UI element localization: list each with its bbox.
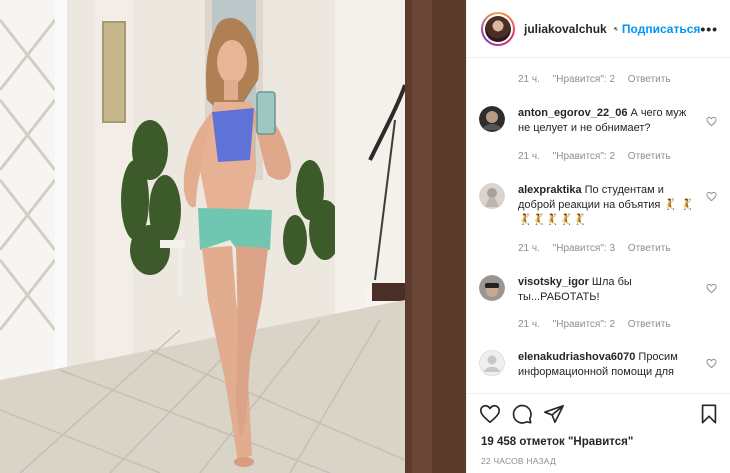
commenter-username[interactable]: anton_egorov_22_06: [518, 107, 627, 119]
reply-button[interactable]: Ответить: [628, 243, 671, 254]
comment-likes-count[interactable]: "Нравится": 2: [553, 151, 615, 162]
post-header: juliakovalchuk • Подписаться •••: [467, 0, 730, 58]
author-username[interactable]: juliakovalchuk: [524, 22, 607, 36]
share-send-icon[interactable]: [543, 403, 565, 425]
comment-time: 21 ч.: [518, 243, 540, 254]
comment-meta: 21 ч. "Нравится": 2 Ответить: [518, 74, 681, 85]
commenter-username[interactable]: elenakudriashova6070: [518, 351, 635, 363]
post-actions-bar: [467, 393, 730, 433]
comment-meta: 21 ч. "Нравится": 3 Ответить: [518, 243, 681, 254]
post-timestamp[interactable]: 22 ЧАСОВ НАЗАД: [467, 451, 730, 473]
commenter-avatar[interactable]: [479, 275, 505, 301]
more-options-icon[interactable]: •••: [700, 21, 718, 37]
like-comment-heart-icon[interactable]: [706, 283, 717, 294]
like-heart-icon[interactable]: [479, 403, 501, 425]
comment-time: 21 ч.: [518, 319, 540, 330]
follow-button[interactable]: Подписаться: [622, 22, 700, 36]
comment-item: visotsky_igor Шла бы ты...РАБОТАТЬ!: [479, 275, 719, 305]
reply-button[interactable]: Ответить: [628, 74, 671, 85]
like-comment-heart-icon[interactable]: [706, 116, 717, 127]
mirror-selfie-illustration: [0, 0, 466, 473]
like-comment-heart-icon[interactable]: [706, 191, 717, 202]
likes-count[interactable]: 19 458 отметок "Нравится": [467, 433, 730, 451]
comment-time: 21 ч.: [518, 74, 540, 85]
comment-likes-count[interactable]: "Нравится": 2: [553, 319, 615, 330]
reply-button[interactable]: Ответить: [628, 319, 671, 330]
comment-likes-count[interactable]: "Нравится": 3: [553, 243, 615, 254]
comment-time: 21 ч.: [518, 151, 540, 162]
comment-item: anton_egorov_22_06 А чего муж не целует и…: [479, 106, 719, 136]
comment-likes-count[interactable]: "Нравится": 2: [553, 74, 615, 85]
post-side-panel: juliakovalchuk • Подписаться ••• 21 ч. "…: [467, 0, 730, 473]
commenter-avatar[interactable]: [479, 350, 505, 376]
like-comment-heart-icon[interactable]: [706, 358, 717, 369]
comment-item: alexpraktika По студентам и доброй реакци…: [479, 183, 719, 228]
commenter-avatar[interactable]: [479, 183, 505, 209]
commenter-username[interactable]: alexpraktika: [518, 184, 582, 196]
author-avatar[interactable]: [481, 11, 515, 46]
comment-meta: 21 ч. "Нравится": 2 Ответить: [518, 319, 681, 330]
instagram-post: juliakovalchuk • Подписаться ••• 21 ч. "…: [0, 0, 730, 473]
save-bookmark-icon[interactable]: [698, 403, 720, 425]
comment-bubble-icon[interactable]: [511, 403, 533, 425]
comments-list[interactable]: 21 ч. "Нравится": 2 Ответить anton_egoro…: [467, 58, 730, 393]
commenter-avatar[interactable]: [479, 106, 505, 132]
comment-item: elenakudriashova6070 Просим информационно…: [479, 350, 719, 380]
post-photo[interactable]: [0, 0, 467, 473]
comment-meta: 21 ч. "Нравится": 2 Ответить: [518, 151, 681, 162]
reply-button[interactable]: Ответить: [628, 151, 671, 162]
commenter-username[interactable]: visotsky_igor: [518, 276, 589, 288]
